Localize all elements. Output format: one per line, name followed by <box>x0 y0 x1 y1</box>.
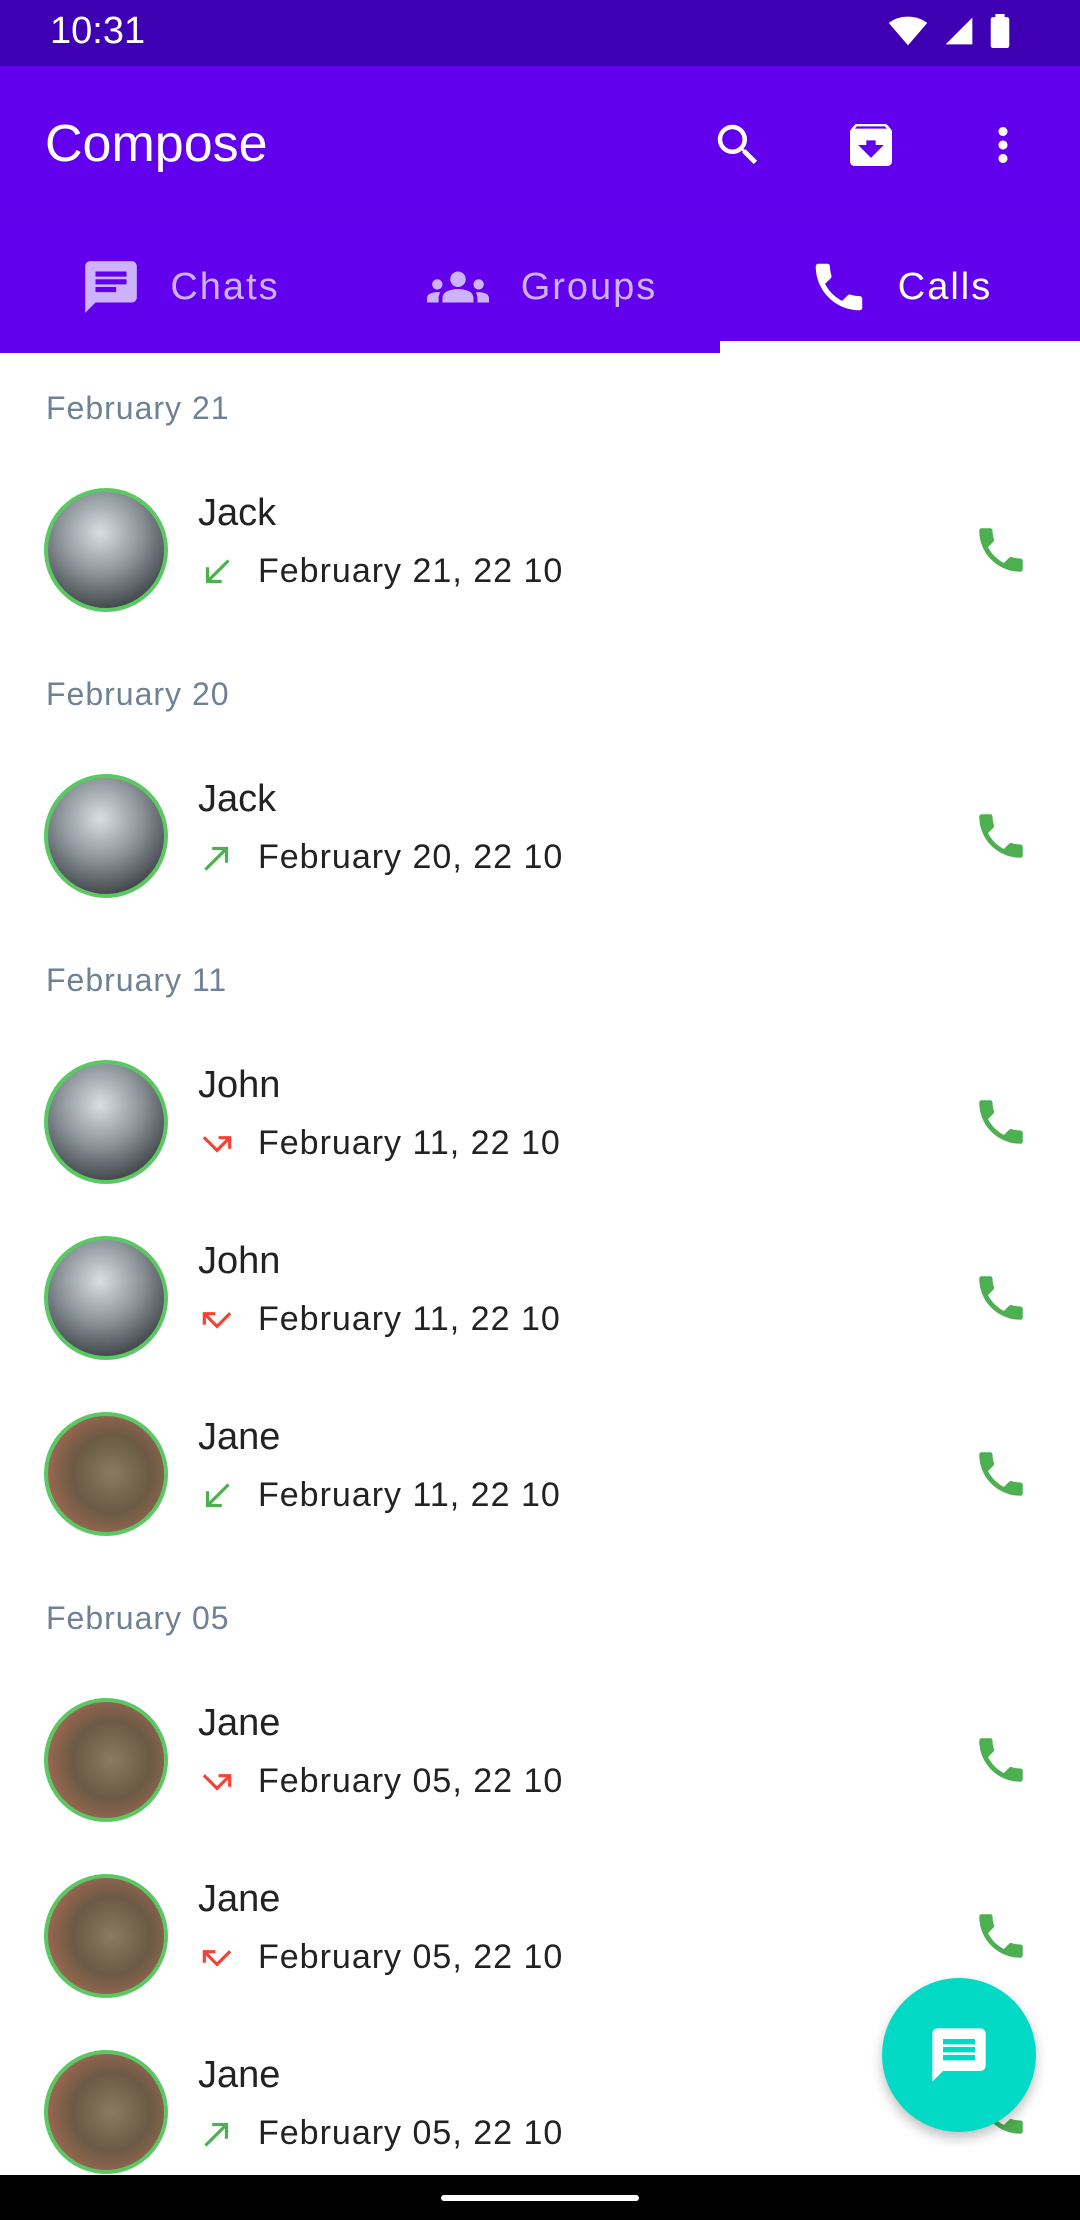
top-app-bar: Compose <box>0 66 1080 220</box>
call-button[interactable] <box>966 1439 1036 1509</box>
call-info: February 05, 22 10 <box>198 2114 563 2153</box>
more-vert-icon[interactable] <box>968 110 1038 180</box>
call-received-icon <box>205 1482 230 1507</box>
caller-name: Jack <box>198 778 277 820</box>
caller-name: Jane <box>198 1702 281 1744</box>
call-time: February 05, 22 10 <box>258 1762 564 1800</box>
phone-icon <box>979 814 1023 858</box>
avatar <box>44 774 168 898</box>
call-time: February 11, 22 10 <box>258 1300 561 1338</box>
phone-icon <box>979 1100 1023 1144</box>
phone-icon <box>979 528 1023 572</box>
phone-icon <box>815 263 863 311</box>
date-header: February 11 <box>46 962 228 998</box>
groups-icon <box>426 271 489 303</box>
caller-name: John <box>198 1064 281 1106</box>
tab-indicator <box>720 341 1080 353</box>
battery-icon <box>990 14 1010 48</box>
call-row[interactable]: Jack February 20, 22 10 <box>0 756 1080 916</box>
call-info: February 11, 22 10 <box>198 1476 561 1515</box>
wifi-icon <box>888 16 928 46</box>
date-header: February 20 <box>46 676 230 712</box>
call-row[interactable]: Jane February 11, 22 10 <box>0 1394 1080 1554</box>
call-button[interactable] <box>966 801 1036 871</box>
tab-label: Groups <box>520 265 658 308</box>
phone-icon <box>979 1738 1023 1782</box>
date-header: February 05 <box>46 1600 230 1636</box>
phone-icon <box>979 1914 1023 1958</box>
call-missed-outgoing-icon <box>202 1773 232 1791</box>
tab-chats[interactable]: Chats <box>0 221 360 353</box>
call-made-icon <box>204 2122 229 2147</box>
call-info: February 05, 22 10 <box>198 1762 563 1801</box>
message-icon <box>932 2028 986 2082</box>
signal-icon <box>945 17 973 45</box>
call-row[interactable]: John February 11, 22 10 <box>0 1218 1080 1378</box>
caller-name: John <box>198 1240 281 1282</box>
call-time: February 11, 22 10 <box>258 1124 561 1162</box>
status-icons <box>888 14 1010 48</box>
call-row[interactable]: Jane February 05, 22 10 <box>0 1680 1080 1840</box>
home-gesture-handle[interactable] <box>441 2195 639 2201</box>
tab-groups[interactable]: Groups <box>360 221 720 353</box>
status-time: 10:31 <box>50 10 146 52</box>
caller-name: Jack <box>198 492 277 534</box>
avatar <box>44 488 168 612</box>
new-message-fab[interactable] <box>882 1978 1036 2132</box>
call-button[interactable] <box>966 1901 1036 1971</box>
avatar <box>44 1698 168 1822</box>
chat-icon <box>85 261 138 313</box>
caller-name: Jane <box>198 1416 281 1458</box>
archive-icon[interactable] <box>836 110 906 180</box>
tab-calls[interactable]: Calls <box>720 221 1080 353</box>
tab-label: Chats <box>170 265 280 308</box>
avatar <box>44 2050 168 2174</box>
phone-icon <box>979 1276 1023 1320</box>
tab-label: Calls <box>897 265 993 308</box>
phone-icon <box>979 1452 1023 1496</box>
call-time: February 11, 22 10 <box>258 1476 561 1514</box>
app-title: Compose <box>45 115 268 173</box>
call-button[interactable] <box>966 515 1036 585</box>
caller-name: Jane <box>198 1878 281 1920</box>
call-row[interactable]: John February 11, 22 10 <box>0 1042 1080 1202</box>
avatar <box>44 1412 168 1536</box>
call-button[interactable] <box>966 1263 1036 1333</box>
call-missed-icon <box>202 1311 232 1329</box>
call-received-icon <box>205 558 230 583</box>
caller-name: Jane <box>198 2054 281 2096</box>
search-icon[interactable] <box>703 110 773 180</box>
call-info: February 21, 22 10 <box>198 552 563 591</box>
call-missed-outgoing-icon <box>202 1135 232 1153</box>
system-nav-bar <box>0 2175 1080 2220</box>
call-info: February 20, 22 10 <box>198 838 563 877</box>
call-time: February 05, 22 10 <box>258 2114 564 2152</box>
call-info: February 11, 22 10 <box>198 1124 561 1163</box>
call-button[interactable] <box>966 1087 1036 1157</box>
status-bar: 10:31 <box>0 0 1080 66</box>
call-time: February 05, 22 10 <box>258 1938 564 1976</box>
call-time: February 21, 22 10 <box>258 552 564 590</box>
avatar <box>44 1236 168 1360</box>
call-button[interactable] <box>966 1725 1036 1795</box>
call-row[interactable]: Jack February 21, 22 10 <box>0 470 1080 630</box>
tab-row: Chats Groups Calls <box>0 220 1080 353</box>
call-missed-icon <box>202 1949 232 1967</box>
call-time: February 20, 22 10 <box>258 838 564 876</box>
call-info: February 05, 22 10 <box>198 1938 563 1977</box>
call-made-icon <box>204 846 229 871</box>
date-header: February 21 <box>46 390 230 426</box>
call-info: February 11, 22 10 <box>198 1300 561 1339</box>
avatar <box>44 1060 168 1184</box>
avatar <box>44 1874 168 1998</box>
